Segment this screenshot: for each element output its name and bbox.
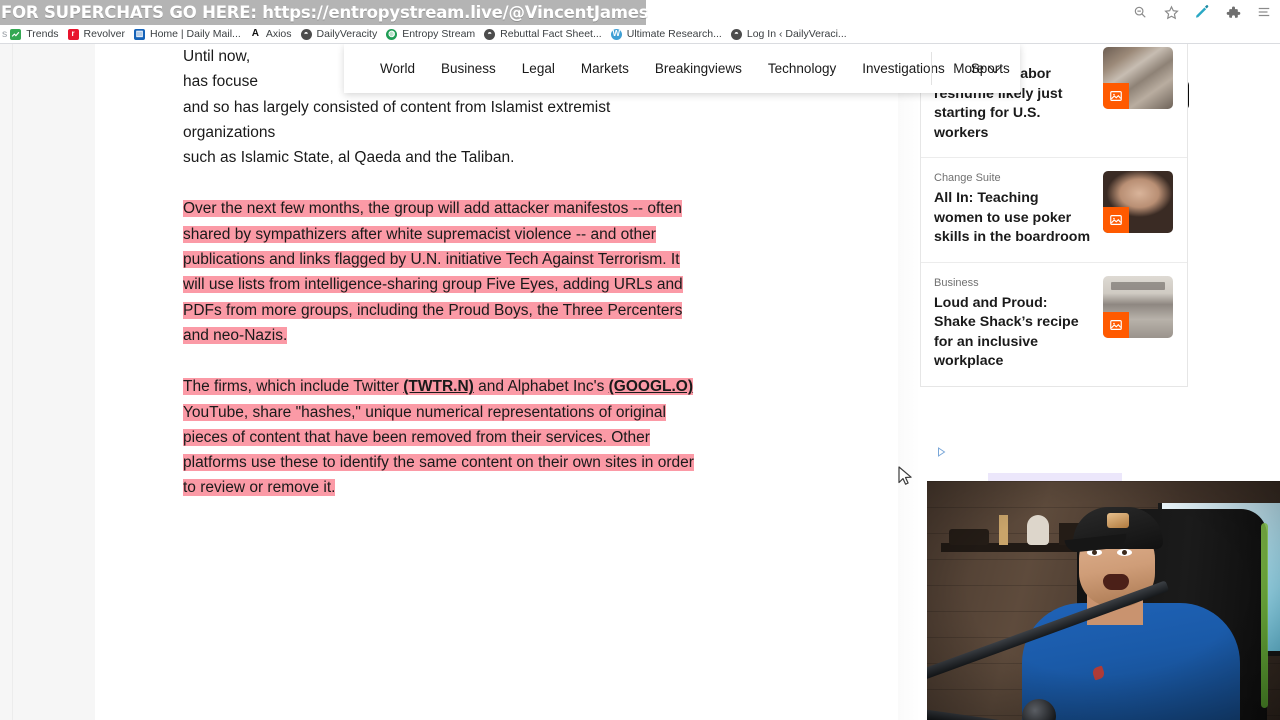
article-paragraph-highlighted-1: Over the next few months, the group will… bbox=[183, 196, 698, 348]
nav-item-business[interactable]: Business bbox=[428, 44, 509, 93]
para-line-4: such as Islamic State, al Qaeda and the … bbox=[183, 149, 515, 167]
rebuttal-icon: ◓ bbox=[484, 28, 496, 40]
highlighter-pen-icon[interactable] bbox=[1194, 4, 1210, 20]
mouse-cursor bbox=[898, 466, 914, 488]
article-title: Loud and Proud: Shake Shack’s recipe for… bbox=[934, 294, 1079, 370]
bookmark-label: Rebuttal Fact Sheet... bbox=[500, 28, 602, 40]
wordpress-icon: W bbox=[610, 28, 622, 40]
sidebar-article-item[interactable]: Change Suite All In: Teaching women to u… bbox=[921, 158, 1187, 263]
highlighted-text: Over the next few months, the group will… bbox=[183, 200, 683, 344]
site-nav-flyout: World Business Legal Markets Breakingvie… bbox=[344, 44, 1020, 93]
webcam-vignette bbox=[927, 481, 1280, 720]
dailyveracity-icon: ◓ bbox=[300, 28, 312, 40]
bookmark-star-icon[interactable] bbox=[1163, 4, 1179, 20]
bookmark-label: Trends bbox=[26, 28, 59, 40]
bookmark-label: Ultimate Research... bbox=[626, 28, 722, 40]
bookmark-revolver[interactable]: r Revolver bbox=[67, 25, 134, 43]
sheet-edge-shadow bbox=[898, 44, 920, 720]
nav-item-investigations[interactable]: Investigations bbox=[849, 44, 958, 93]
broken-image-icon bbox=[1103, 83, 1129, 109]
axios-icon: A bbox=[251, 28, 259, 39]
broken-image-icon bbox=[1103, 311, 1129, 338]
nav-item-world[interactable]: World bbox=[367, 44, 428, 93]
nav-item-markets[interactable]: Markets bbox=[568, 44, 642, 93]
extensions-puzzle-icon[interactable] bbox=[1225, 4, 1241, 20]
bookmarks-overflow-label: s bbox=[2, 28, 8, 40]
page-left-gutter bbox=[0, 44, 95, 720]
broken-image-icon bbox=[1103, 207, 1129, 233]
login-icon: ◓ bbox=[730, 28, 742, 40]
bookmark-label: Log In ‹ DailyVeraci... bbox=[746, 28, 847, 40]
nav-item-technology[interactable]: Technology bbox=[755, 44, 849, 93]
article-paragraph-highlighted-2: The firms, which include Twitter (TWTR.N… bbox=[183, 374, 698, 500]
browser-menu-icon[interactable] bbox=[1256, 4, 1272, 20]
article-title: All In: Teaching women to use poker skil… bbox=[934, 190, 1091, 245]
ticker-link-twtr[interactable]: (TWTR.N) bbox=[403, 378, 474, 395]
bookmarks-bar: s Trends r Revolver ▥ Home | Daily Mail.… bbox=[0, 25, 1280, 43]
nav-item-breakingviews[interactable]: Breakingviews bbox=[642, 44, 755, 93]
article-kicker: Business bbox=[934, 276, 979, 289]
bookmark-label: Axios bbox=[265, 28, 292, 40]
bookmark-dailymail[interactable]: ▥ Home | Daily Mail... bbox=[133, 25, 250, 43]
article-kicker: Change Suite bbox=[934, 172, 1001, 184]
para2-part2: and Alphabet Inc's bbox=[473, 378, 609, 396]
article-thumbnail[interactable] bbox=[1103, 47, 1173, 109]
nav-items: World Business Legal Markets Breakingvie… bbox=[344, 44, 1023, 93]
superchat-banner: FOR SUPERCHATS GO HERE: https://entropys… bbox=[0, 0, 649, 25]
nav-divider bbox=[931, 52, 932, 85]
trends-icon bbox=[10, 28, 22, 40]
nav-more-button[interactable]: More bbox=[953, 44, 1003, 93]
bookmark-login-dailyveracity[interactable]: ◓ Log In ‹ DailyVeraci... bbox=[730, 25, 856, 43]
bookmark-label: Home | Daily Mail... bbox=[149, 28, 241, 40]
para2-part1: The firms, which include Twitter bbox=[183, 378, 404, 396]
revolver-icon: r bbox=[67, 28, 79, 40]
zoom-out-icon[interactable] bbox=[1132, 4, 1148, 20]
nav-more-label: More bbox=[953, 61, 984, 76]
para-line-3: and so has largely consisted of content … bbox=[183, 98, 611, 141]
para-line-1: Until now, bbox=[183, 48, 251, 65]
article-thumbnail[interactable] bbox=[1103, 171, 1173, 233]
bookmark-label: Entropy Stream bbox=[402, 28, 476, 40]
sidebar-related-articles: Litigation Pandemic’s labor reshuffle li… bbox=[920, 44, 1188, 387]
adchoices-icon[interactable] bbox=[936, 445, 948, 457]
bookmark-entropy-stream[interactable]: ◍ Entropy Stream bbox=[386, 25, 484, 43]
sidebar-article-item[interactable]: Business Loud and Proud: Shake Shack’s r… bbox=[921, 263, 1187, 386]
article-body: Until now, has focuse and so has largely… bbox=[183, 44, 698, 527]
superchat-banner-text: FOR SUPERCHATS GO HERE: https://entropys… bbox=[1, 3, 649, 22]
bookmark-axios[interactable]: A Axios bbox=[250, 25, 301, 43]
bookmark-label: Revolver bbox=[83, 28, 125, 40]
bookmark-trends[interactable]: Trends bbox=[10, 25, 67, 43]
para-line-2: has focuse bbox=[183, 73, 258, 91]
streamer-webcam-overlay bbox=[927, 481, 1280, 720]
bookmark-dailyveracity[interactable]: ◓ DailyVeracity bbox=[300, 25, 387, 43]
chevron-down-icon bbox=[987, 58, 1003, 73]
chrome-divider bbox=[0, 43, 1280, 44]
bookmark-rebuttal-fact-sheet[interactable]: ◓ Rebuttal Fact Sheet... bbox=[484, 25, 611, 43]
ticker-link-googl[interactable]: (GOOGL.O) bbox=[609, 378, 693, 395]
article-thumbnail[interactable] bbox=[1103, 275, 1173, 338]
gutter-rule bbox=[12, 44, 13, 720]
bookmark-ultimate-research[interactable]: W Ultimate Research... bbox=[610, 25, 731, 43]
nav-item-legal[interactable]: Legal bbox=[509, 44, 568, 93]
browser-toolbar-icons bbox=[1132, 0, 1276, 24]
para2-part3: YouTube, share "hashes," unique numerica… bbox=[183, 403, 694, 497]
dailymail-icon: ▥ bbox=[133, 28, 145, 40]
entropy-stream-icon: ◍ bbox=[386, 28, 398, 40]
bookmark-label: DailyVeracity bbox=[316, 28, 378, 40]
